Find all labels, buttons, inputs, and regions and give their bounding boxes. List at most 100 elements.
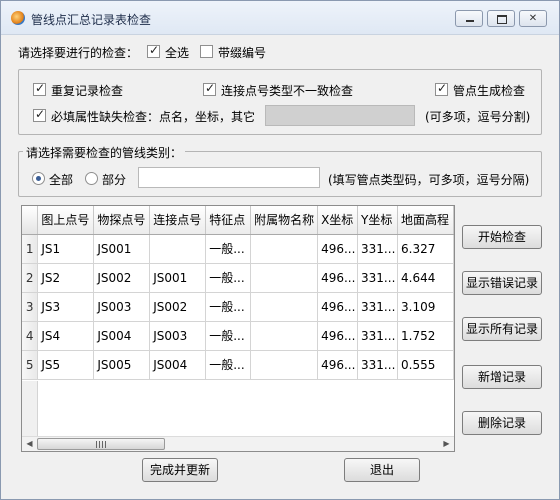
column-header[interactable]: X坐标 xyxy=(317,206,359,235)
category-partial-radio[interactable] xyxy=(85,172,98,185)
row-number[interactable]: 2 xyxy=(22,263,39,293)
table-row[interactable]: 4 JS4 JS004 JS003 一般... 496... 331... 1.… xyxy=(22,321,454,351)
title-bar[interactable]: 管线点汇总记录表检查 ✕ xyxy=(1,1,559,35)
table-cell[interactable]: JS001 xyxy=(149,263,207,293)
category-partial-input[interactable] xyxy=(138,167,320,188)
category-all-label[interactable]: 全部 xyxy=(49,171,73,188)
table-cell[interactable]: 496... xyxy=(317,234,359,264)
table-cell[interactable]: 一般... xyxy=(205,263,252,293)
column-header[interactable]: 附属物名称 xyxy=(250,206,319,235)
arrow-right-icon[interactable]: ▶ xyxy=(439,437,454,451)
table-cell[interactable]: JS2 xyxy=(37,263,95,293)
select-all-label[interactable]: 全选 xyxy=(165,44,189,61)
table-cell[interactable]: 496... xyxy=(317,263,359,293)
table-cell[interactable]: 496... xyxy=(317,292,359,322)
table-cell[interactable] xyxy=(250,292,319,322)
pipe-generate-check-checkbox[interactable] xyxy=(435,81,448,96)
table-row[interactable]: 2 JS2 JS002 JS001 一般... 496... 331... 4.… xyxy=(22,263,454,293)
table-cell[interactable]: 496... xyxy=(317,321,359,351)
app-logo-icon xyxy=(11,11,25,25)
show-errors-button[interactable]: 显示错误记录 xyxy=(462,271,542,295)
table-cell[interactable]: JS002 xyxy=(149,292,207,322)
column-header[interactable]: 地面高程 xyxy=(397,206,454,235)
table-cell[interactable]: 4.644 xyxy=(397,263,454,293)
column-header[interactable]: 图上点号 xyxy=(37,206,95,235)
close-button[interactable]: ✕ xyxy=(519,10,547,27)
row-number[interactable]: 5 xyxy=(22,350,39,380)
duplicate-check-checkbox[interactable] xyxy=(33,81,46,96)
exit-button[interactable]: 退出 xyxy=(344,458,420,482)
row-number[interactable]: 1 xyxy=(22,234,39,264)
table-cell[interactable]: 331... xyxy=(357,350,398,380)
show-all-button[interactable]: 显示所有记录 xyxy=(462,317,542,341)
table-cell[interactable]: JS001 xyxy=(93,234,151,264)
minimize-button[interactable] xyxy=(455,10,483,27)
table-row[interactable]: 5 JS5 JS005 JS004 一般... 496... 331... 0.… xyxy=(22,350,454,380)
table-cell[interactable]: 一般... xyxy=(205,234,252,264)
table-cell[interactable]: JS002 xyxy=(93,263,151,293)
dialog-window: 管线点汇总记录表检查 ✕ 请选择要进行的检查： 全选 带缀编号 重复记录检查 连… xyxy=(0,0,560,500)
row-number[interactable]: 3 xyxy=(22,292,39,322)
with-suffix-checkbox[interactable] xyxy=(200,45,213,58)
connect-type-check-label[interactable]: 连接点号类型不一致检查 xyxy=(221,82,353,99)
column-header[interactable]: Y坐标 xyxy=(357,206,398,235)
table-cell[interactable] xyxy=(250,263,319,293)
table-cell[interactable]: 0.555 xyxy=(397,350,454,380)
table-row[interactable]: 3 JS3 JS003 JS002 一般... 496... 331... 3.… xyxy=(22,292,454,322)
table-cell[interactable]: JS003 xyxy=(149,321,207,351)
table-cell[interactable] xyxy=(149,234,207,264)
column-header[interactable]: 物探点号 xyxy=(93,206,151,235)
table-cell[interactable]: JS004 xyxy=(149,350,207,380)
connect-type-check-checkbox[interactable] xyxy=(203,81,216,96)
table-cell[interactable]: 331... xyxy=(357,292,398,322)
table-cell[interactable]: 331... xyxy=(357,321,398,351)
scrollbar-thumb[interactable] xyxy=(37,438,165,450)
row-number[interactable]: 4 xyxy=(22,321,39,351)
pipe-generate-check-label[interactable]: 管点生成检查 xyxy=(453,82,525,99)
start-check-button[interactable]: 开始检查 xyxy=(462,225,542,249)
grid-corner-cell[interactable] xyxy=(22,206,39,235)
table-cell[interactable] xyxy=(250,321,319,351)
required-attr-input[interactable] xyxy=(265,105,415,126)
table-cell[interactable]: 一般... xyxy=(205,350,252,380)
duplicate-check-label[interactable]: 重复记录检查 xyxy=(51,82,123,99)
table-cell[interactable]: 331... xyxy=(357,263,398,293)
column-header[interactable]: 连接点号 xyxy=(149,206,207,235)
finish-update-button[interactable]: 完成并更新 xyxy=(142,458,218,482)
with-suffix-label[interactable]: 带缀编号 xyxy=(218,44,266,61)
table-cell[interactable]: 6.327 xyxy=(397,234,454,264)
table-cell[interactable]: 496... xyxy=(317,350,359,380)
table-cell[interactable]: JS005 xyxy=(93,350,151,380)
required-attr-check-checkbox[interactable] xyxy=(33,107,46,122)
category-all-radio[interactable] xyxy=(32,172,45,185)
table-cell[interactable]: JS4 xyxy=(37,321,95,351)
category-partial-label[interactable]: 部分 xyxy=(102,171,126,188)
maximize-button[interactable] xyxy=(487,10,515,27)
table-row[interactable]: 1 JS1 JS001 一般... 496... 331... 6.327 xyxy=(22,234,454,264)
arrow-left-icon[interactable]: ◀ xyxy=(22,437,37,451)
table-cell[interactable]: 3.109 xyxy=(397,292,454,322)
horizontal-scrollbar[interactable]: ◀ ▶ xyxy=(22,436,454,451)
add-record-button[interactable]: 新增记录 xyxy=(462,365,542,389)
table-cell[interactable]: JS1 xyxy=(37,234,95,264)
required-attr-hint: (可多项，逗号分割) xyxy=(425,110,531,124)
select-all-checkbox[interactable] xyxy=(147,43,160,58)
table-cell[interactable]: 一般... xyxy=(205,292,252,322)
table-cell[interactable]: 一般... xyxy=(205,321,252,351)
delete-record-button[interactable]: 删除记录 xyxy=(462,411,542,435)
table-cell[interactable]: 1.752 xyxy=(397,321,454,351)
required-attr-check-label[interactable]: 必填属性缺失检查：点名，坐标，其它 xyxy=(51,108,255,125)
check-prompt-label: 请选择要进行的检查： xyxy=(18,46,139,60)
close-icon: ✕ xyxy=(528,13,538,24)
maximize-icon xyxy=(488,11,514,26)
table-cell[interactable] xyxy=(250,350,319,380)
table-cell[interactable]: JS5 xyxy=(37,350,95,380)
table-cell[interactable]: 331... xyxy=(357,234,398,264)
table-cell[interactable] xyxy=(250,234,319,264)
table-cell[interactable]: JS003 xyxy=(93,292,151,322)
table-cell[interactable]: JS3 xyxy=(37,292,95,322)
records-grid[interactable]: 图上点号 物探点号 连接点号 特征点 附属物名称 X坐标 Y坐标 地面高程 1 … xyxy=(21,205,455,452)
column-header[interactable]: 特征点 xyxy=(205,206,252,235)
category-hint: (填写管点类型码，可多项，逗号分隔) xyxy=(328,173,530,187)
table-cell[interactable]: JS004 xyxy=(93,321,151,351)
